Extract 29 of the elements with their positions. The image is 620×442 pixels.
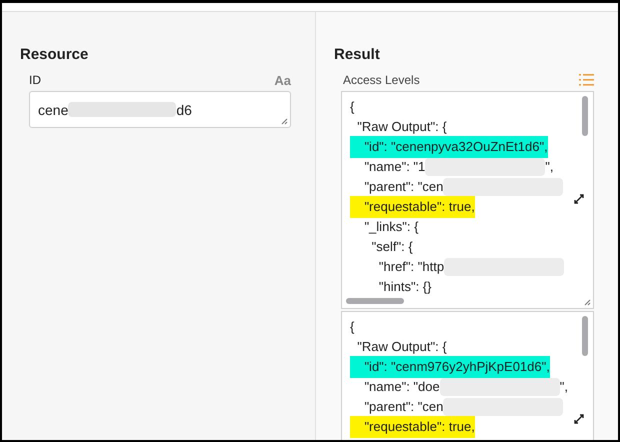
scrollbar-thumb[interactable]	[582, 96, 588, 136]
code-line: "name": "doe	[363, 378, 440, 396]
code-line: "hints": {}	[378, 278, 432, 296]
code-text: ",	[560, 378, 568, 396]
section-heading: Result	[334, 46, 381, 65]
code-line: "parent": "cen	[363, 398, 444, 416]
resize-grip-icon[interactable]	[281, 118, 288, 125]
output-text-area[interactable]: { "Raw Output": { "id": "cenenpyva32OuZnEt1d6", "name": "1 ", "parent": "cen "requestable": true, "_links": { "self": { "href": "http "hints": {}	[341, 91, 594, 309]
section-heading: Resource	[20, 46, 90, 65]
code-line: "_links": {	[363, 218, 418, 236]
code-line: "name": "1	[363, 158, 426, 176]
code-line: "parent": "cen	[363, 178, 444, 196]
scrollbar-thumb[interactable]	[346, 298, 404, 304]
code-line: "Raw Output": {	[356, 118, 447, 136]
scrollbar-thumb[interactable]	[582, 316, 588, 356]
code-text: ",	[545, 158, 554, 176]
id-input-field[interactable]: cene d6	[29, 91, 291, 128]
code-line: "Raw Output": {	[356, 338, 447, 356]
output-text-area[interactable]: { "Raw Output": { "id": "cenm976y2yhPjKpE01d6", "name": "doe ", "parent": "cen "requestable": true,	[341, 311, 594, 440]
text-format-hint: Aa	[274, 72, 291, 88]
resize-grip-icon[interactable]	[584, 299, 591, 306]
expand-icon[interactable]	[574, 194, 584, 204]
expand-icon[interactable]	[574, 414, 584, 424]
code-line: "href": "http	[378, 258, 444, 276]
code-line: "self": {	[370, 238, 413, 256]
field-label: Access Levels	[343, 73, 420, 87]
code-line: {	[350, 98, 354, 116]
field-label: ID	[29, 73, 41, 87]
code-line: {	[350, 318, 354, 336]
